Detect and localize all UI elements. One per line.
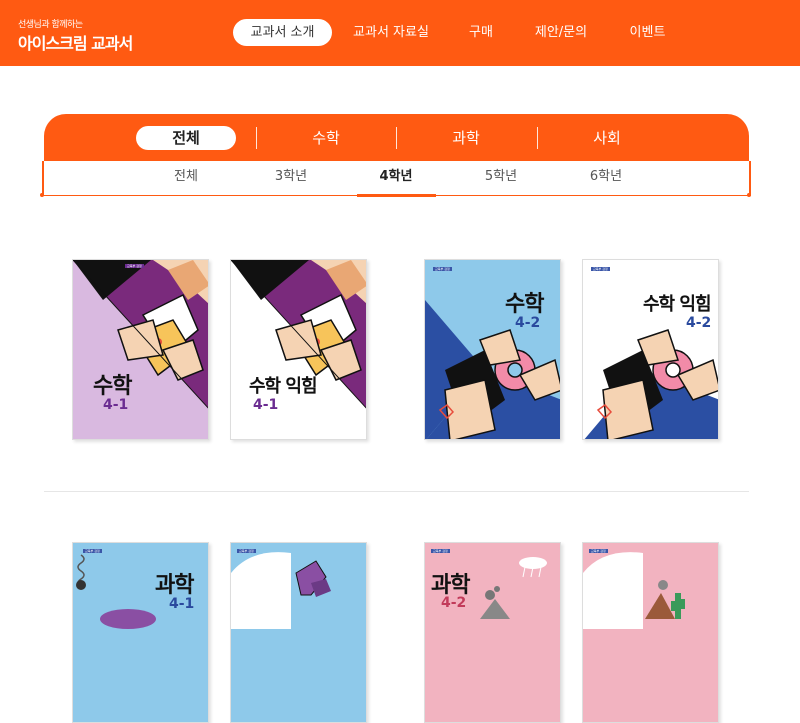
cover-illustration — [231, 552, 331, 629]
book-title: 과학 — [155, 573, 194, 598]
tab-grade-5[interactable]: 5학년 — [475, 166, 527, 188]
tab-grade-6[interactable]: 6학년 — [580, 166, 632, 188]
book-number: 4-1 — [253, 397, 279, 413]
tab-divider — [396, 127, 397, 149]
tab-grade-4[interactable]: 4학년 — [370, 166, 422, 188]
cover-illustration — [584, 329, 718, 439]
tab-subject-social[interactable]: 사회 — [557, 126, 657, 150]
tab-divider — [256, 127, 257, 149]
cover-illustration — [73, 260, 208, 409]
tab-subject-science[interactable]: 과학 — [416, 126, 516, 150]
book-title: 수학 — [505, 292, 544, 317]
cover-illustration — [583, 552, 685, 629]
nav-textbook-intro[interactable]: 교과서 소개 — [233, 19, 332, 46]
book-number: 4-1 — [169, 596, 195, 612]
book-cover-science-4-1[interactable]: 교육부 검정 과학 4-1 — [72, 542, 209, 723]
book-cover-math-workbook-4-1[interactable]: 수학 익힘 4-1 — [230, 259, 367, 440]
nav-suggestion-inquiry[interactable]: 제안/문의 — [525, 19, 597, 46]
cover-illustration — [231, 260, 366, 409]
tab-grade-all[interactable]: 전체 — [160, 166, 212, 188]
book-number: 4-2 — [515, 315, 541, 331]
book-title: 수학 — [93, 374, 132, 399]
nav-textbook-resources[interactable]: 교과서 자료실 — [345, 19, 437, 46]
nav-event[interactable]: 이벤트 — [620, 19, 675, 46]
book-number: 4-1 — [103, 397, 129, 413]
book-cover-math-workbook-4-2[interactable]: 교육부 검정 수학 익힘 4-2 — [582, 259, 719, 440]
book-cover-science-workbook-4-2[interactable]: 교육부 검정 — [582, 542, 719, 723]
baseline-dot — [40, 193, 44, 197]
book-cover-math-4-1[interactable]: 교육부 검정 수학 4-1 — [72, 259, 209, 440]
book-title: 수학 익힘 — [643, 294, 712, 315]
baseline-dot — [747, 193, 751, 197]
tab-subject-all[interactable]: 전체 — [136, 126, 236, 150]
book-number: 4-2 — [441, 595, 467, 611]
book-number: 4-2 — [686, 315, 712, 331]
tab-subject-math[interactable]: 수학 — [276, 126, 376, 150]
nav-purchase[interactable]: 구매 — [460, 19, 502, 46]
tab-divider — [537, 127, 538, 149]
book-cover-science-workbook-4-1[interactable]: 교육부 검정 — [230, 542, 367, 723]
logo-tagline[interactable]: 선생님과 함께하는 — [18, 17, 83, 30]
active-tab-indicator — [357, 194, 436, 197]
logo[interactable]: 아이스크림 교과서 — [18, 30, 133, 54]
book-title: 수학 익힘 — [249, 376, 318, 397]
book-cover-science-4-2[interactable]: 교육부 검정 과학 4-2 — [424, 542, 561, 723]
book-cover-math-4-2[interactable]: 교육부 검정 수학 4-2 — [424, 259, 561, 440]
tab-grade-3[interactable]: 3학년 — [265, 166, 317, 188]
row-divider — [44, 491, 749, 492]
